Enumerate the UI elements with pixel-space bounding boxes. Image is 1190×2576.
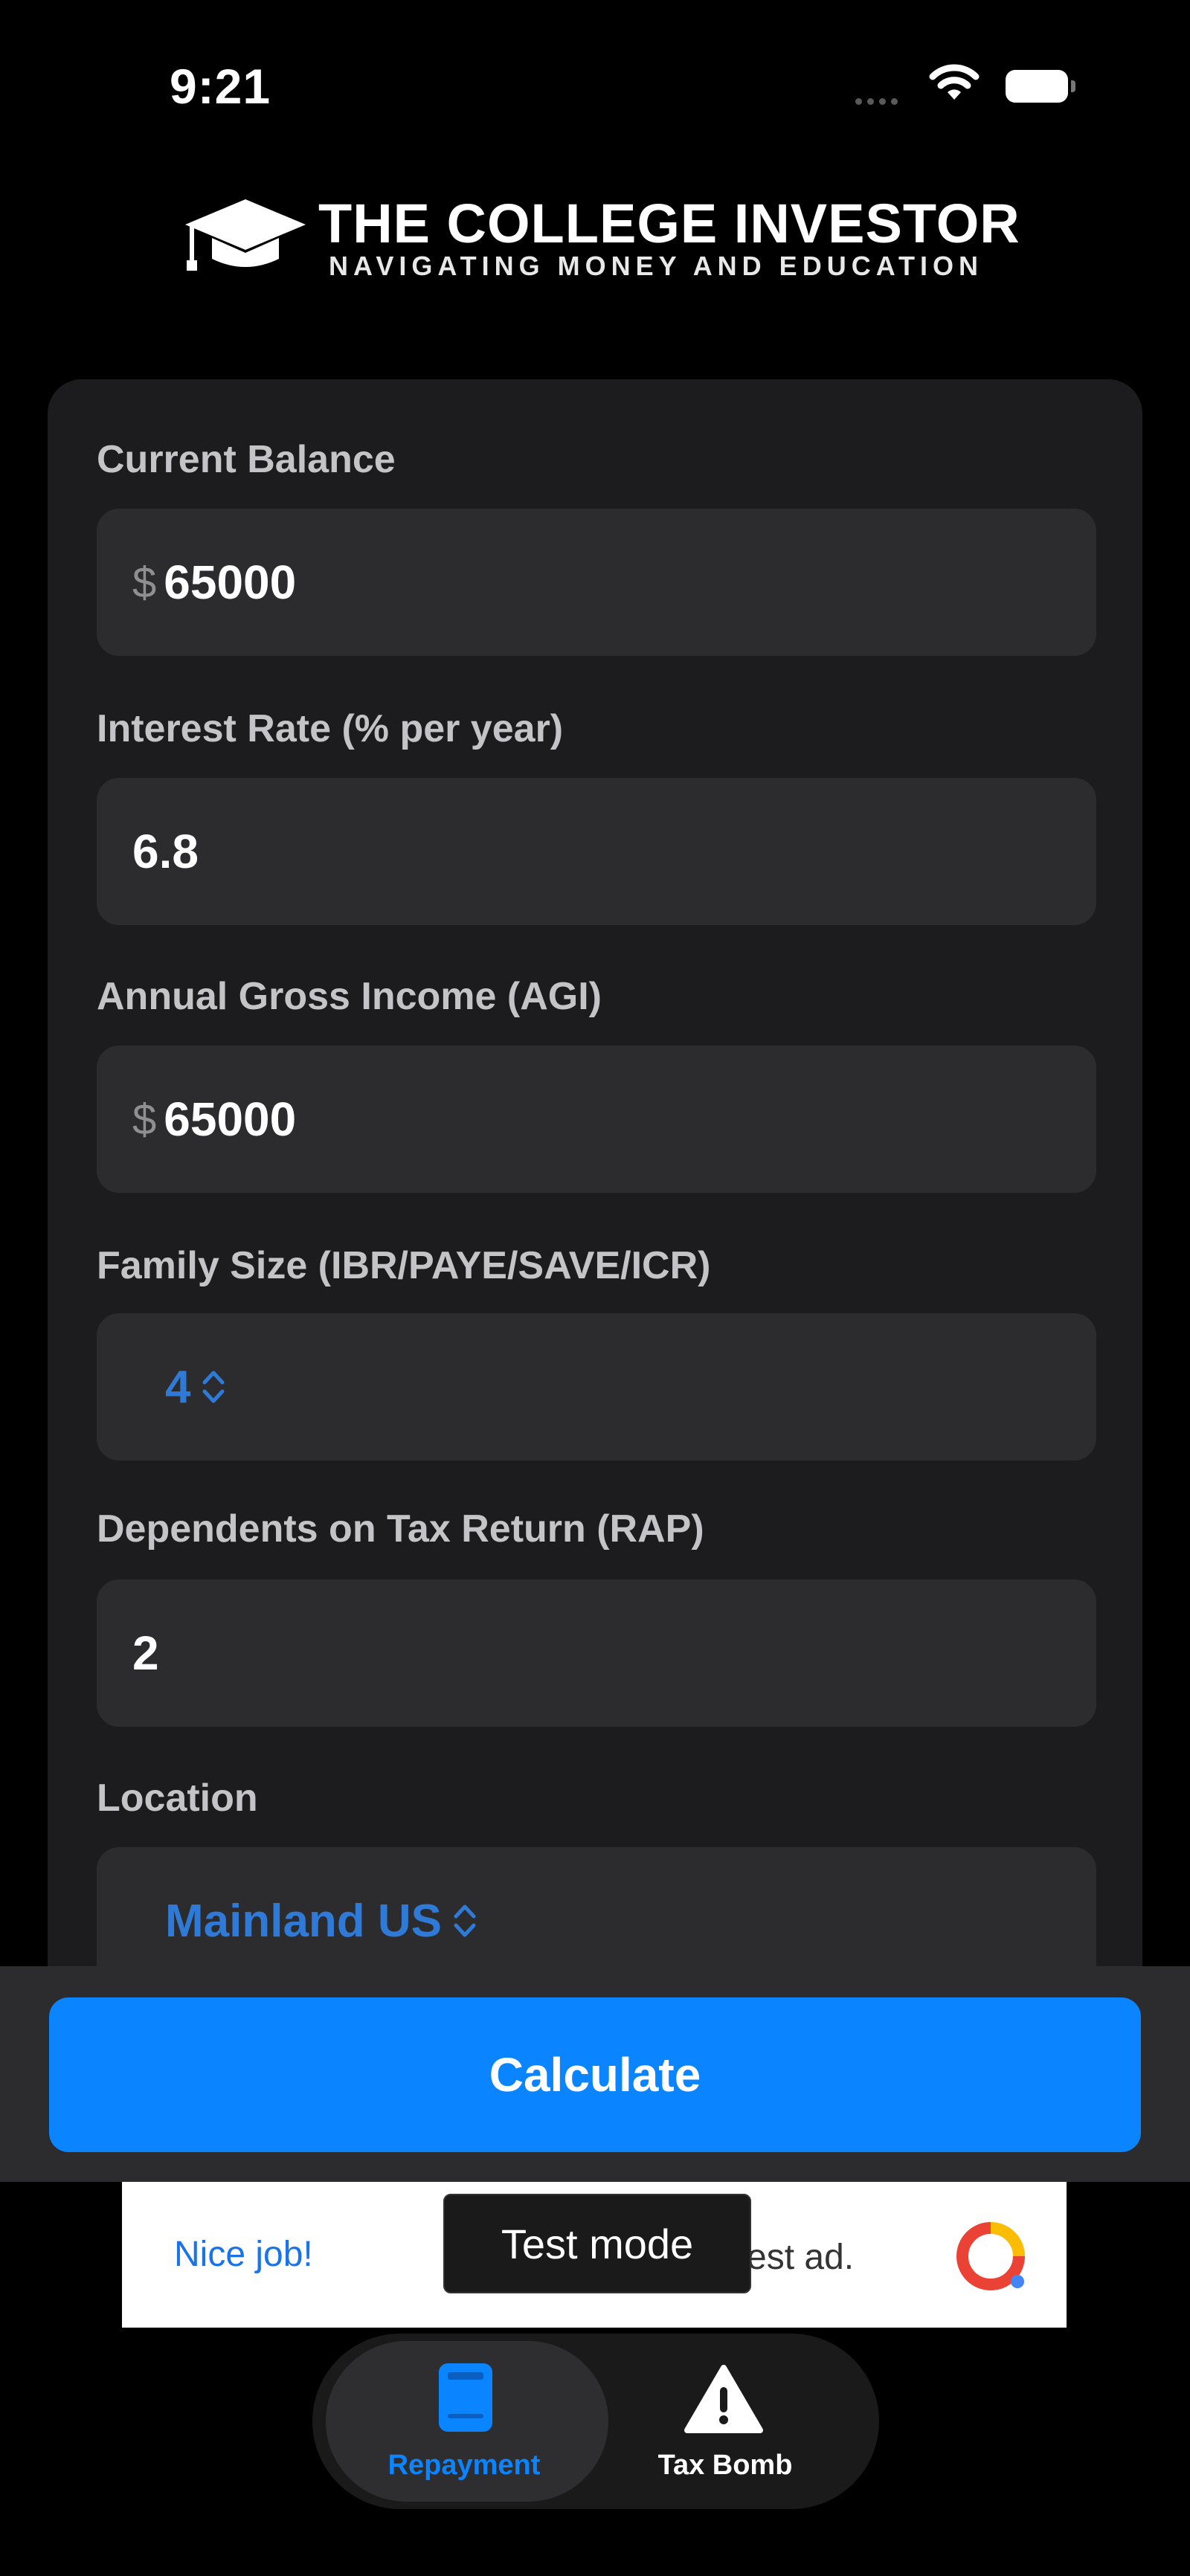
annual-income-value: 65000 bbox=[164, 1092, 297, 1146]
warning-icon[interactable] bbox=[683, 2363, 765, 2438]
interest-rate-value: 6.8 bbox=[132, 825, 199, 878]
dependents-label: Dependents on Tax Return (RAP) bbox=[97, 1507, 704, 1551]
chevron-up-down-icon bbox=[454, 1904, 476, 1937]
location-value: Mainland US bbox=[165, 1895, 443, 1947]
chevron-up-down-icon bbox=[202, 1371, 225, 1403]
current-balance-value: 65000 bbox=[164, 556, 297, 609]
currency-prefix: $ bbox=[132, 558, 157, 607]
dependents-field[interactable]: 2 bbox=[97, 1580, 1096, 1727]
calculate-button[interactable]: Calculate bbox=[49, 1997, 1141, 2152]
currency-prefix: $ bbox=[132, 1095, 157, 1144]
wifi-icon bbox=[928, 62, 980, 105]
ad-text-right: est ad. bbox=[747, 2238, 855, 2277]
cellular-signal-icon bbox=[855, 95, 912, 105]
annual-income-label: Annual Gross Income (AGI) bbox=[97, 975, 602, 1018]
status-time: 9:21 bbox=[170, 59, 271, 114]
dependents-value: 2 bbox=[132, 1626, 159, 1680]
family-size-label: Family Size (IBR/PAYE/SAVE/ICR) bbox=[97, 1244, 711, 1287]
battery-icon bbox=[1006, 70, 1075, 103]
annual-income-field[interactable]: $ 65000 bbox=[97, 1046, 1096, 1193]
current-balance-label: Current Balance bbox=[97, 438, 396, 481]
interest-rate-field[interactable]: 6.8 bbox=[97, 778, 1096, 925]
ad-text-left: Nice job! bbox=[174, 2235, 313, 2274]
tab-repayment-label: Repayment bbox=[387, 2450, 541, 2481]
graduation-cap-icon bbox=[182, 195, 309, 280]
book-icon bbox=[436, 2362, 495, 2440]
ad-network-logo-icon bbox=[953, 2219, 1028, 2297]
logo-title: THE COLLEGE INVESTOR bbox=[318, 193, 1020, 254]
tab-tax-bomb-label[interactable]: Tax Bomb bbox=[640, 2450, 811, 2482]
family-size-value: 4 bbox=[165, 1361, 191, 1413]
location-label: Location bbox=[97, 1777, 258, 1820]
test-mode-toast: Test mode bbox=[443, 2194, 751, 2293]
current-balance-field[interactable]: $ 65000 bbox=[97, 509, 1096, 656]
logo-tagline: NAVIGATING MONEY AND EDUCATION bbox=[329, 251, 984, 281]
interest-rate-label: Interest Rate (% per year) bbox=[97, 707, 564, 750]
family-size-picker[interactable]: 4 bbox=[97, 1313, 1096, 1461]
